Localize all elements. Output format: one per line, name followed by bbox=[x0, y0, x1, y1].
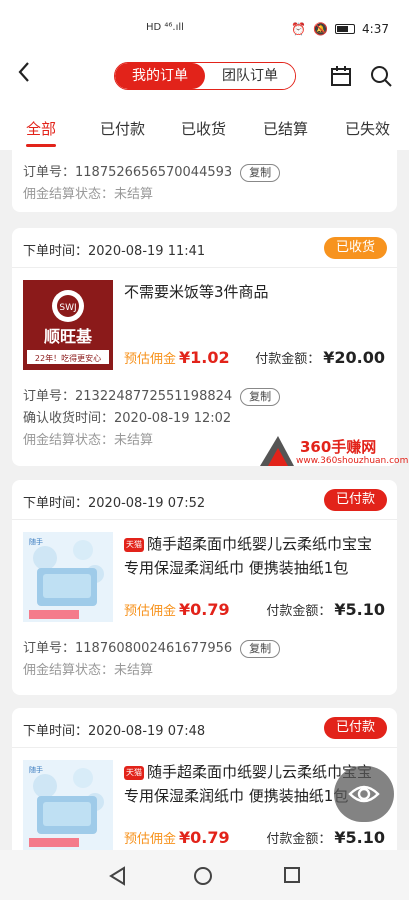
settle-status-label: 佣金结算状态： bbox=[23, 663, 115, 678]
status-badge: 已收货 bbox=[323, 237, 387, 259]
order-time: 下单时间：2020-08-19 07:52 bbox=[23, 496, 206, 511]
estimated-commission: 预估佣金 ¥1.02 bbox=[124, 348, 230, 367]
estimated-commission: 预估佣金 ¥0.79 bbox=[124, 828, 230, 847]
order-number: 2132248772551198824 bbox=[75, 389, 233, 404]
status-badge: 已付款 bbox=[323, 489, 387, 511]
watermark-url: www.360shouzhuan.com bbox=[296, 456, 409, 466]
system-nav-bar bbox=[0, 850, 409, 900]
order-card[interactable]: 下单时间：2020-08-19 07:52 已付款 随手 天猫 随手超柔面巾纸婴儿… bbox=[12, 480, 397, 695]
order-number: 1187608002461677956 bbox=[75, 641, 233, 656]
order-header: 下单时间：2020-08-19 07:52 已付款 bbox=[12, 480, 397, 520]
tab-settled[interactable]: 已结算 bbox=[263, 118, 308, 139]
eye-icon bbox=[348, 785, 380, 803]
tmall-badge: 天猫 bbox=[124, 765, 144, 780]
watermark-text: 360手赚网 bbox=[300, 438, 377, 456]
order-header: 下单时间：2020-08-19 11:41 已收货 bbox=[12, 228, 397, 268]
settle-status-label: 佣金结算状态： bbox=[23, 433, 115, 448]
confirm-time-row: 确认收货时间：2020-08-19 12:02 bbox=[12, 408, 397, 430]
svg-text:随手: 随手 bbox=[29, 765, 43, 774]
order-number: 1187526656570044593 bbox=[75, 165, 233, 180]
product-thumbnail: 随手 bbox=[23, 532, 113, 622]
order-number-row: 订单号：1187608002461677956 复制 bbox=[12, 638, 397, 660]
order-card[interactable]: 下单时间：2020-08-19 11:41 已收货 SWJ 顺旺基 22年！吃得… bbox=[12, 228, 397, 466]
copy-button[interactable]: 复制 bbox=[240, 639, 281, 658]
product-row[interactable]: SWJ 顺旺基 22年！吃得更安心 不需要米饭等3件商品 预估佣金 ¥1.02 付… bbox=[12, 268, 397, 376]
order-scope-toggle: 我的订单 团队订单 bbox=[114, 62, 296, 90]
active-tab-indicator bbox=[26, 144, 56, 147]
order-number-label: 订单号： bbox=[23, 389, 76, 404]
segment-team-orders[interactable]: 团队订单 bbox=[205, 63, 295, 89]
product-thumbnail: 随手 bbox=[23, 760, 113, 850]
confirm-time-label: 确认收货时间： bbox=[23, 411, 115, 426]
settle-status-row: 佣金结算状态：未结算 bbox=[12, 184, 397, 206]
order-time: 下单时间：2020-08-19 07:48 bbox=[23, 724, 206, 739]
svg-text:SWJ: SWJ bbox=[59, 303, 76, 313]
signal-indicators: HD ⁴⁶.ıll bbox=[146, 22, 184, 33]
calendar-icon[interactable] bbox=[330, 65, 352, 87]
nav-recent-icon[interactable] bbox=[284, 867, 300, 883]
settle-status-value: 未结算 bbox=[114, 663, 154, 678]
alarm-icon: ⏰ bbox=[291, 22, 307, 36]
product-row[interactable]: 随手 天猫 随手超柔面巾纸婴儿云柔纸巾宝宝专用保湿柔润纸巾 便携装抽纸1包 预估佣… bbox=[12, 520, 397, 628]
svg-text:顺旺基: 顺旺基 bbox=[44, 327, 93, 346]
status-bar: HD ⁴⁶.ıll ⏰ 🔕 4:37 bbox=[0, 0, 409, 54]
tab-received[interactable]: 已收货 bbox=[181, 118, 226, 139]
mute-icon: 🔕 bbox=[313, 22, 329, 36]
svg-text:随手: 随手 bbox=[29, 537, 43, 546]
order-card-partial[interactable]: 订单号：1187526656570044593 复制 佣金结算状态：未结算 bbox=[12, 150, 397, 212]
settle-status-row: 佣金结算状态：未结算 bbox=[12, 660, 397, 682]
payment-amount: 付款金额： ¥5.10 bbox=[266, 828, 385, 847]
product-title: 不需要米饭等3件商品 bbox=[124, 283, 269, 301]
tab-paid[interactable]: 已付款 bbox=[100, 118, 145, 139]
estimated-commission: 预估佣金 ¥0.79 bbox=[124, 600, 230, 619]
confirm-time: 2020-08-19 12:02 bbox=[114, 411, 232, 426]
nav-home-icon[interactable] bbox=[194, 867, 212, 885]
tab-all[interactable]: 全部 bbox=[26, 118, 56, 139]
chevron-left-icon[interactable] bbox=[12, 60, 36, 90]
segment-my-orders[interactable]: 我的订单 bbox=[115, 63, 205, 89]
payment-amount: 付款金额： ¥5.10 bbox=[266, 600, 385, 619]
top-bar: 我的订单 团队订单 bbox=[0, 54, 409, 100]
product-thumbnail: SWJ 顺旺基 22年！吃得更安心 bbox=[23, 280, 113, 370]
svg-text:22年！吃得更安心: 22年！吃得更安心 bbox=[35, 353, 101, 363]
eye-button[interactable] bbox=[334, 766, 394, 822]
clock: 4:37 bbox=[362, 22, 389, 36]
tab-invalid[interactable]: 已失效 bbox=[345, 118, 390, 139]
settle-status-label: 佣金结算状态： bbox=[23, 187, 115, 202]
order-number-row: 订单号：1187526656570044593 复制 bbox=[12, 162, 397, 184]
order-number-label: 订单号： bbox=[23, 641, 76, 656]
battery-icon bbox=[335, 24, 356, 34]
nav-back-icon[interactable] bbox=[108, 866, 126, 886]
product-title: 天猫 随手超柔面巾纸婴儿云柔纸巾宝宝专用保湿柔润纸巾 便携装抽纸1包 bbox=[124, 535, 373, 577]
settle-status-value: 未结算 bbox=[114, 433, 154, 448]
search-icon[interactable] bbox=[370, 65, 392, 87]
payment-amount: 付款金额： ¥20.00 bbox=[255, 348, 385, 367]
copy-button[interactable]: 复制 bbox=[240, 163, 281, 182]
order-number-row: 订单号：2132248772551198824 复制 bbox=[12, 386, 397, 408]
status-badge: 已付款 bbox=[323, 717, 387, 739]
order-time: 下单时间：2020-08-19 11:41 bbox=[23, 244, 206, 259]
order-number-label: 订单号： bbox=[23, 165, 76, 180]
status-tabs: 全部 已付款 已收货 已结算 已失效 bbox=[0, 100, 409, 150]
settle-status-value: 未结算 bbox=[114, 187, 154, 202]
status-right: ⏰ 🔕 4:37 bbox=[291, 22, 389, 36]
tmall-badge: 天猫 bbox=[124, 537, 144, 552]
order-header: 下单时间：2020-08-19 07:48 已付款 bbox=[12, 708, 397, 748]
copy-button[interactable]: 复制 bbox=[240, 387, 281, 406]
